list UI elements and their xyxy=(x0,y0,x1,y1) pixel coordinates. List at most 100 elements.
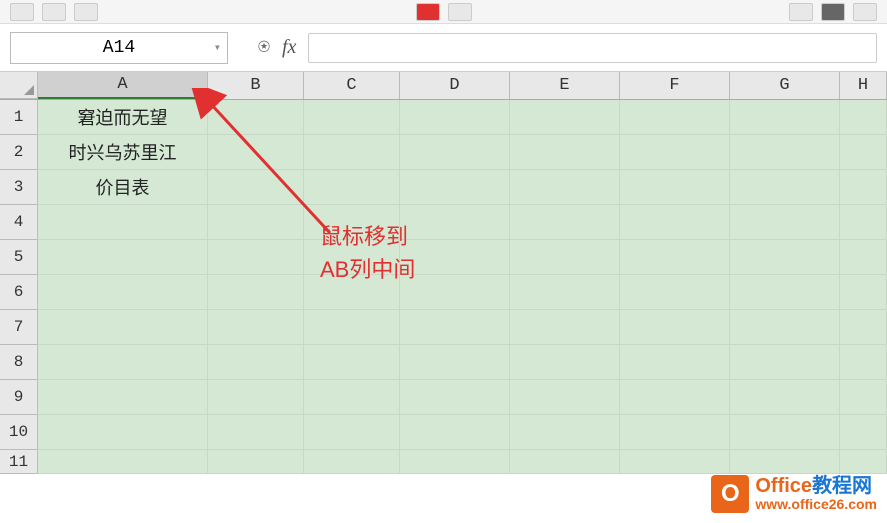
cell[interactable] xyxy=(510,450,620,474)
insert-function-icon[interactable]: ⍟ xyxy=(258,36,270,59)
toolbar-button[interactable] xyxy=(74,3,98,21)
cell[interactable] xyxy=(304,240,400,275)
row-header-1[interactable]: 1 xyxy=(0,100,38,135)
cell[interactable] xyxy=(208,345,304,380)
cell[interactable] xyxy=(840,135,887,170)
row-header-11[interactable]: 11 xyxy=(0,450,38,474)
cell[interactable] xyxy=(730,100,840,135)
cell[interactable] xyxy=(840,275,887,310)
cell-a2[interactable]: 时兴乌苏里江 xyxy=(38,135,208,170)
cell[interactable] xyxy=(38,275,208,310)
cell[interactable] xyxy=(400,415,510,450)
cell[interactable] xyxy=(38,240,208,275)
cell[interactable] xyxy=(840,380,887,415)
row-header-8[interactable]: 8 xyxy=(0,345,38,380)
cell[interactable] xyxy=(304,450,400,474)
column-header-h[interactable]: H xyxy=(840,72,887,99)
cell[interactable] xyxy=(840,310,887,345)
cell[interactable] xyxy=(840,100,887,135)
cell[interactable] xyxy=(840,170,887,205)
cell[interactable] xyxy=(620,100,730,135)
cell[interactable] xyxy=(38,310,208,345)
cell[interactable] xyxy=(400,205,510,240)
cell[interactable] xyxy=(730,275,840,310)
cell[interactable] xyxy=(510,135,620,170)
cell[interactable] xyxy=(208,275,304,310)
toolbar-button[interactable] xyxy=(789,3,813,21)
cell[interactable] xyxy=(38,415,208,450)
cell[interactable] xyxy=(304,380,400,415)
row-header-5[interactable]: 5 xyxy=(0,240,38,275)
cell[interactable] xyxy=(730,170,840,205)
cell[interactable] xyxy=(304,100,400,135)
cell[interactable] xyxy=(304,345,400,380)
name-box[interactable]: A14 ▾ xyxy=(10,32,228,64)
cell[interactable] xyxy=(510,170,620,205)
cell[interactable] xyxy=(510,100,620,135)
cell[interactable] xyxy=(400,135,510,170)
row-header-3[interactable]: 3 xyxy=(0,170,38,205)
toolbar-button[interactable] xyxy=(853,3,877,21)
cell[interactable] xyxy=(304,275,400,310)
cell[interactable] xyxy=(730,345,840,380)
cell[interactable] xyxy=(730,310,840,345)
cell[interactable] xyxy=(400,170,510,205)
cell[interactable] xyxy=(510,275,620,310)
cell[interactable] xyxy=(304,135,400,170)
cell[interactable] xyxy=(208,380,304,415)
column-header-e[interactable]: E xyxy=(510,72,620,99)
cell[interactable] xyxy=(208,310,304,345)
cell[interactable] xyxy=(840,240,887,275)
cell[interactable] xyxy=(620,205,730,240)
dropdown-icon[interactable]: ▾ xyxy=(214,40,221,55)
cell[interactable] xyxy=(400,345,510,380)
column-header-a[interactable]: A xyxy=(38,72,208,99)
cell[interactable] xyxy=(304,415,400,450)
row-header-7[interactable]: 7 xyxy=(0,310,38,345)
cell[interactable] xyxy=(38,380,208,415)
cell[interactable] xyxy=(620,380,730,415)
cell[interactable] xyxy=(400,240,510,275)
cell[interactable] xyxy=(400,450,510,474)
cell[interactable] xyxy=(208,135,304,170)
cell[interactable] xyxy=(730,205,840,240)
cell[interactable] xyxy=(730,240,840,275)
cell[interactable] xyxy=(510,380,620,415)
cell[interactable] xyxy=(510,415,620,450)
fx-label[interactable]: fx xyxy=(282,36,296,59)
row-header-9[interactable]: 9 xyxy=(0,380,38,415)
cell[interactable] xyxy=(730,450,840,474)
select-all-corner[interactable] xyxy=(0,72,38,99)
toolbar-button[interactable] xyxy=(42,3,66,21)
row-header-10[interactable]: 10 xyxy=(0,415,38,450)
cell[interactable] xyxy=(400,275,510,310)
cell[interactable] xyxy=(840,450,887,474)
column-header-g[interactable]: G xyxy=(730,72,840,99)
cell[interactable] xyxy=(730,415,840,450)
cell[interactable] xyxy=(510,240,620,275)
cell[interactable] xyxy=(208,240,304,275)
cell[interactable] xyxy=(840,415,887,450)
cell[interactable] xyxy=(620,415,730,450)
cell[interactable] xyxy=(208,415,304,450)
toolbar-button[interactable] xyxy=(821,3,845,21)
cell-a1[interactable]: 窘迫而无望 xyxy=(38,100,208,135)
cell[interactable] xyxy=(620,170,730,205)
cell[interactable] xyxy=(620,310,730,345)
cell[interactable] xyxy=(620,345,730,380)
cell[interactable] xyxy=(620,275,730,310)
cell[interactable] xyxy=(38,450,208,474)
cell[interactable] xyxy=(400,100,510,135)
column-header-b[interactable]: B xyxy=(208,72,304,99)
cell[interactable] xyxy=(620,240,730,275)
cell[interactable] xyxy=(400,310,510,345)
cell[interactable] xyxy=(304,310,400,345)
cell[interactable] xyxy=(38,205,208,240)
formula-input[interactable] xyxy=(308,33,877,63)
cell[interactable] xyxy=(208,450,304,474)
fill-color-button[interactable] xyxy=(416,3,440,21)
cell[interactable] xyxy=(38,345,208,380)
cell[interactable] xyxy=(620,450,730,474)
cell[interactable] xyxy=(510,205,620,240)
cell[interactable] xyxy=(510,345,620,380)
